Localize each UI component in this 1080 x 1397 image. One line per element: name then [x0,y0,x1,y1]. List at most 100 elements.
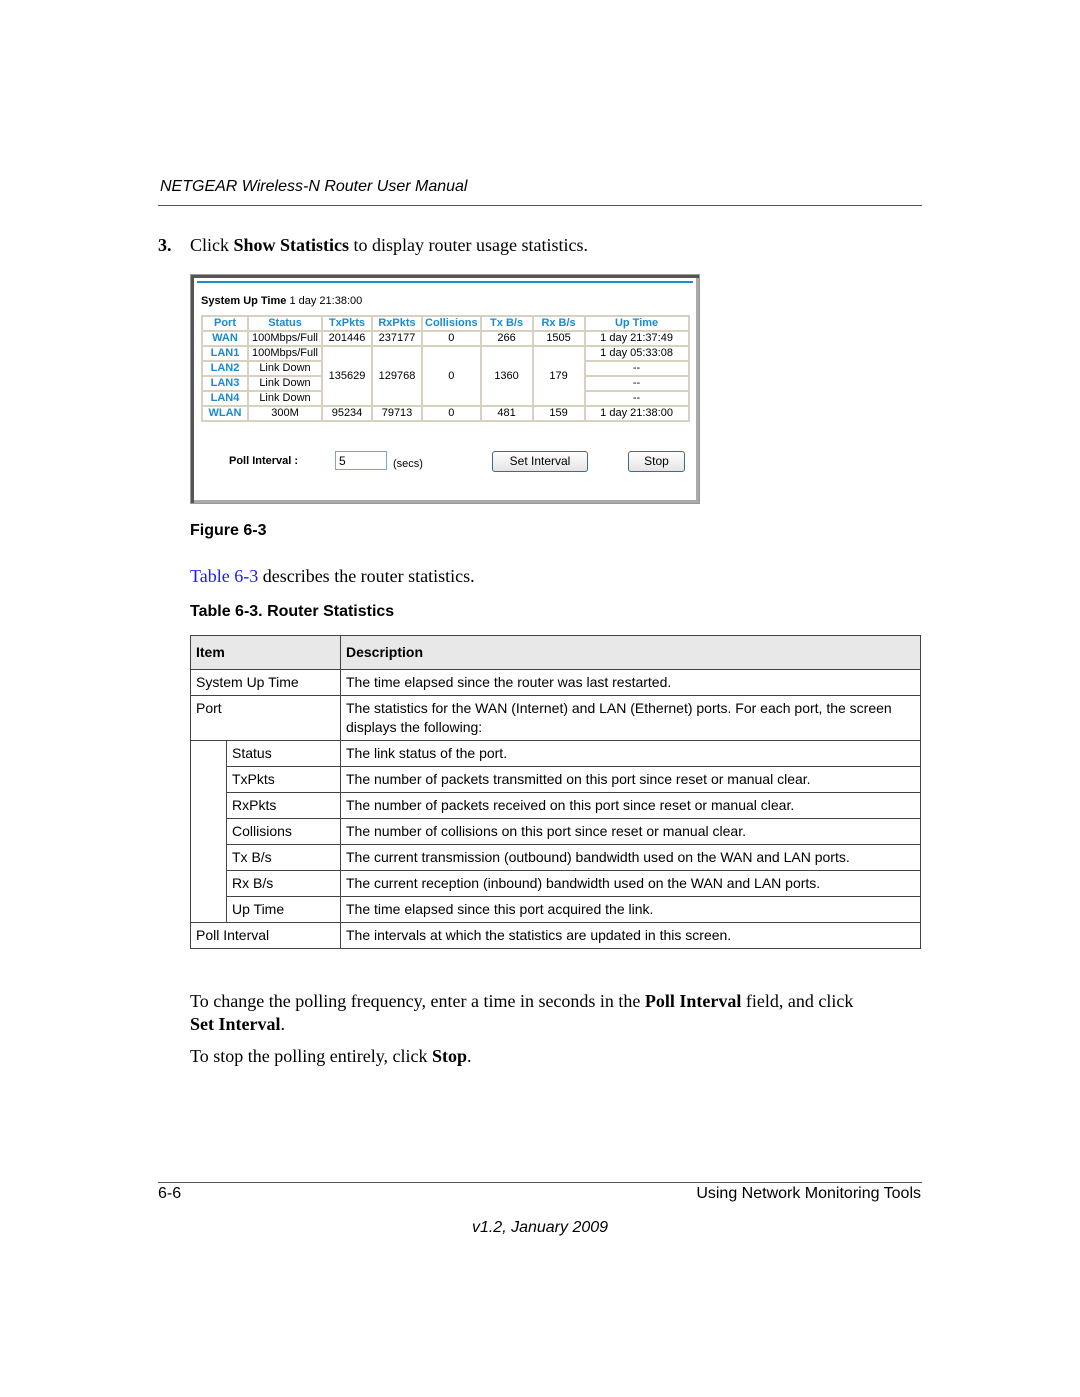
indent-cell [190,844,227,871]
stats-row-lan1: LAN1 100Mbps/Full 135629 129768 0 1360 1… [203,347,688,405]
set-interval-button[interactable]: Set Interval [492,451,588,472]
lan-collisions: 0 [423,347,480,405]
port-status: Link Down [249,362,321,375]
port-statistics-table: Port Status TxPkts RxPkts Collisions Tx … [201,315,690,422]
row-description: The intervals at which the statistics ar… [340,922,921,949]
table-row: Status The link status of the port. [190,740,921,767]
para-text: To stop the polling entirely, click [190,1046,433,1066]
system-up-time-value: 1 day 21:38:00 [289,295,363,307]
step-instruction: 3. Click Show Statistics to display route… [158,235,588,256]
col-status: Status [249,317,321,330]
figure-caption: Figure 6-3 [190,522,267,539]
lan-rxbs: 179 [533,347,584,405]
page-number: 6-6 [158,1185,182,1202]
col-rxpkts: RxPkts [373,317,421,330]
row-description: The time elapsed since the router was la… [340,669,921,696]
indent-cell [190,818,227,845]
col-collisions: Collisions [423,317,480,330]
row-description: The time elapsed since this port acquire… [340,896,921,923]
indent-cell [190,766,227,793]
col-uptime: Up Time [585,317,688,330]
port-txpkts: 95234 [323,407,371,420]
router-statistics-screenshot: System Up Time 1 day 21:38:00 Port Statu… [190,274,700,504]
port-uptime: 1 day 21:38:00 [585,407,688,420]
poll-interval-paragraph: To change the polling frequency, enter a… [190,990,920,1036]
row-description: The current reception (inbound) bandwidt… [340,870,921,897]
row-description: The current transmission (outbound) band… [340,844,921,871]
stop-paragraph: To stop the polling entirely, click Stop… [190,1046,472,1067]
table-row: TxPkts The number of packets transmitted… [190,766,921,793]
port-uptime: 1 day 21:37:49 [585,332,688,345]
port-collisions: 0 [423,407,480,420]
port-txbs: 481 [481,407,532,420]
port-name: LAN4 [203,392,247,405]
port-txbs: 266 [481,332,532,345]
port-uptime: -- [585,377,688,390]
row-description: The statistics for the WAN (Internet) an… [340,695,921,741]
port-rxbs: 1505 [533,332,584,345]
row-item: Collisions [226,818,341,845]
port-status: 100Mbps/Full [249,332,321,345]
table-title: Table 6-3. Router Statistics [190,603,395,620]
port-uptime: -- [585,362,688,375]
table-reference-text: describes the router statistics. [258,566,475,586]
indent-cell [190,740,227,767]
row-item: TxPkts [226,766,341,793]
poll-interval-input[interactable] [335,451,387,470]
port-name: LAN1 [203,347,247,360]
row-item: Port [190,695,341,741]
port-name: LAN2 [203,362,247,375]
running-header: NETGEAR Wireless-N Router User Manual [160,178,468,195]
system-up-time-label: System Up Time [201,295,287,307]
port-status: Link Down [249,392,321,405]
row-item: Tx B/s [226,844,341,871]
table-row: Port The statistics for the WAN (Interne… [190,695,921,741]
port-rxpkts: 237177 [373,332,421,345]
row-description: The number of packets received on this p… [340,792,921,819]
stats-row-wlan: WLAN 300M 95234 79713 0 481 159 1 day 21… [203,407,688,420]
title-bar-accent [197,281,693,283]
port-uptime: -- [585,392,688,405]
port-name: WAN [203,332,247,345]
step-text-end: to display router usage statistics. [349,235,588,255]
col-txpkts: TxPkts [323,317,371,330]
port-name: LAN3 [203,377,247,390]
port-uptime: 1 day 05:33:08 [585,347,688,360]
table-row: System Up Time The time elapsed since th… [190,669,921,696]
row-item: Poll Interval [190,922,341,949]
table-row: Collisions The number of collisions on t… [190,818,921,845]
table-row: Up Time The time elapsed since this port… [190,896,921,923]
header-divider [158,205,922,206]
row-description: The link status of the port. [340,740,921,767]
router-statistics-table: Item Description System Up Time The time… [190,635,921,949]
table-header-row: Item Description [190,635,921,670]
row-item: Up Time [226,896,341,923]
stats-header-row: Port Status TxPkts RxPkts Collisions Tx … [203,317,688,330]
para-text: . [280,1014,285,1034]
lan-txpkts: 135629 [323,347,371,405]
port-status: 100Mbps/Full [249,347,321,360]
stop-button[interactable]: Stop [628,451,685,472]
poll-interval-unit: (secs) [393,458,423,470]
system-up-time: System Up Time 1 day 21:38:00 [201,295,362,307]
col-port: Port [203,317,247,330]
para-bold: Set Interval [190,1014,281,1034]
step-number: 3. [158,235,172,255]
lan-rxpkts: 129768 [373,347,421,405]
indent-cell [190,792,227,819]
port-name: WLAN [203,407,247,420]
col-rxbs: Rx B/s [533,317,584,330]
row-item: Rx B/s [226,870,341,897]
port-status: Link Down [249,377,321,390]
step-text: Click [190,235,234,255]
row-description: The number of collisions on this port si… [340,818,921,845]
table-row: RxPkts The number of packets received on… [190,792,921,819]
chapter-title: Using Network Monitoring Tools [696,1185,921,1202]
table-reference-sentence: Table 6-3 describes the router statistic… [190,566,475,587]
footer-divider [158,1182,922,1183]
row-item: RxPkts [226,792,341,819]
header-item: Item [190,635,341,670]
step-bold: Show Statistics [233,235,350,255]
para-text: To change the polling frequency, enter a… [190,991,645,1011]
table-link[interactable]: Table 6-3 [190,566,258,586]
